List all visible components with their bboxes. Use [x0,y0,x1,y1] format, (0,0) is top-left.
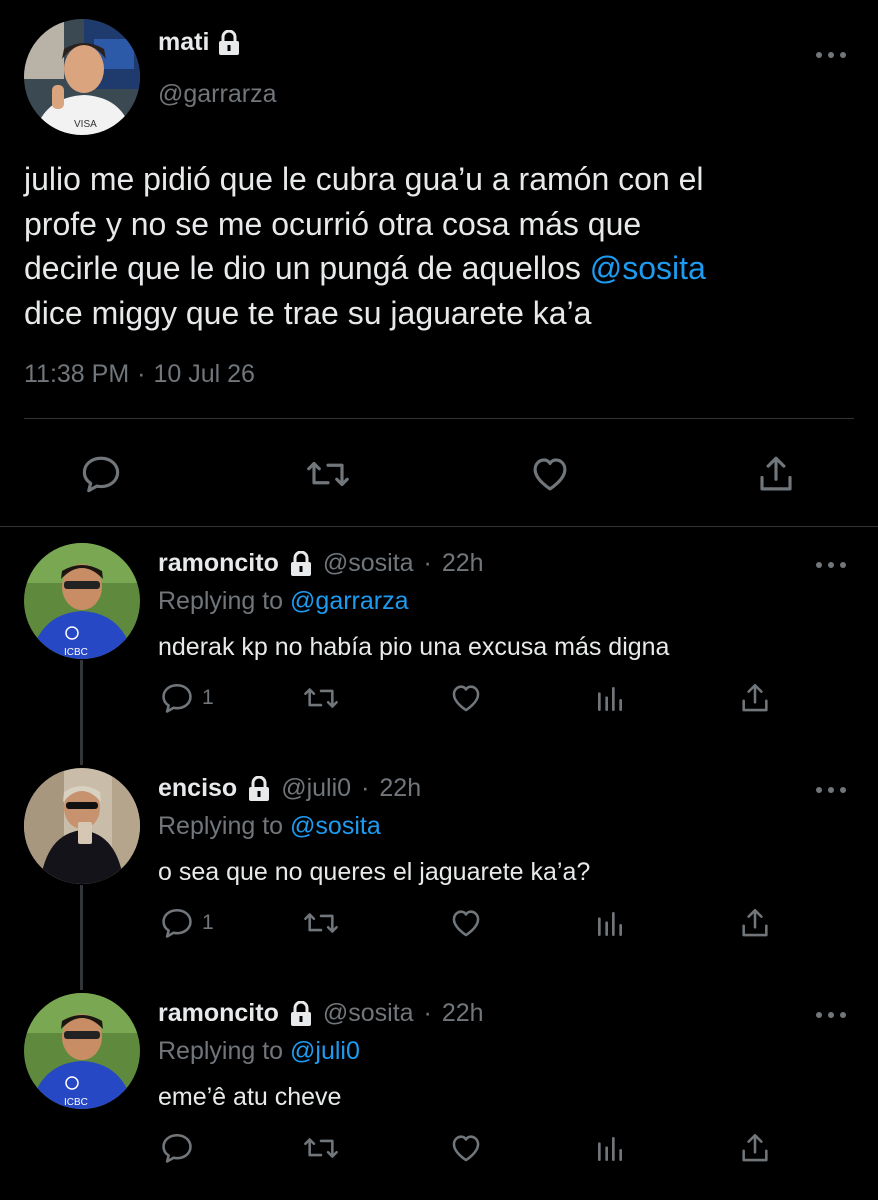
retweet-icon[interactable] [302,681,340,715]
reply-count: 1 [202,911,214,934]
reply-actions: 1 [0,681,878,721]
analytics-icon[interactable] [594,1133,626,1165]
svg-text:ICBC: ICBC [64,1097,88,1108]
lock-icon [247,775,271,802]
reply-time[interactable]: 22h [442,549,484,578]
author-name[interactable]: ramoncito [158,549,279,578]
avatar[interactable]: ICBC [24,543,140,659]
reply-text: eme’ê atu cheve [158,1083,342,1111]
analytics-icon[interactable] [594,683,626,715]
reply-button[interactable]: 1 [160,681,214,715]
like-icon[interactable] [448,906,484,940]
author-handle[interactable]: @garrarza [158,80,276,109]
tweet-text: julio me pidió que le cubra gua’u a ramó… [24,161,706,331]
analytics-icon[interactable] [594,908,626,940]
share-icon[interactable] [738,906,772,940]
like-icon[interactable] [528,453,572,495]
replying-to-link[interactable]: @garrarza [290,587,408,615]
reply-text: nderak kp no había pio una excusa más di… [158,633,670,661]
author-name[interactable]: ramoncito [158,999,279,1028]
reply-count: 1 [202,686,214,709]
author-name[interactable]: mati [158,28,241,57]
replying-to-link[interactable]: @juli0 [290,1037,360,1065]
lock-icon [289,550,313,577]
mention-link[interactable]: @sosita [590,250,706,286]
retweet-icon[interactable] [305,453,351,495]
replying-to: Replying to @garrarza [158,587,409,615]
svg-text:VISA: VISA [74,119,97,130]
share-icon[interactable] [755,453,797,495]
author-name[interactable]: enciso [158,774,237,803]
reply-actions: 1 [0,906,878,946]
retweet-icon[interactable] [302,906,340,940]
reply-actions [0,1131,878,1171]
more-options-icon[interactable] [816,50,846,60]
reply-text: o sea que no queres el jaguarete ka’a? [158,858,591,886]
lock-icon [217,29,241,56]
author-handle[interactable]: @sosita [323,549,414,578]
divider [24,418,854,419]
share-icon[interactable] [738,1131,772,1165]
lock-icon [289,1000,313,1027]
reply-time[interactable]: 22h [442,999,484,1028]
like-icon[interactable] [448,1131,484,1165]
replying-to: Replying to @juli0 [158,1037,360,1065]
reply-button[interactable] [160,1131,202,1165]
reply-icon[interactable] [80,453,122,495]
svg-text:ICBC: ICBC [64,647,88,658]
share-icon[interactable] [738,681,772,715]
reply-time[interactable]: 22h [379,774,421,803]
more-options-icon[interactable] [816,1010,846,1020]
replying-to: Replying to @sosita [158,812,381,840]
avatar[interactable]: VISA [24,19,140,135]
author-handle[interactable]: @sosita [323,999,414,1028]
reply-icon [162,683,192,713]
more-options-icon[interactable] [816,560,846,570]
reply-icon [162,908,192,938]
author-handle[interactable]: @juli0 [281,774,351,803]
retweet-icon[interactable] [302,1131,340,1165]
divider [0,526,878,527]
replying-to-link[interactable]: @sosita [290,812,381,840]
avatar[interactable] [24,768,140,884]
reply-icon [162,1133,192,1163]
like-icon[interactable] [448,681,484,715]
tweet-timestamp[interactable]: 11:38 PM · 10 Jul 26 [24,360,255,389]
reply-button[interactable]: 1 [160,906,214,940]
more-options-icon[interactable] [816,785,846,795]
avatar[interactable]: ICBC [24,993,140,1109]
